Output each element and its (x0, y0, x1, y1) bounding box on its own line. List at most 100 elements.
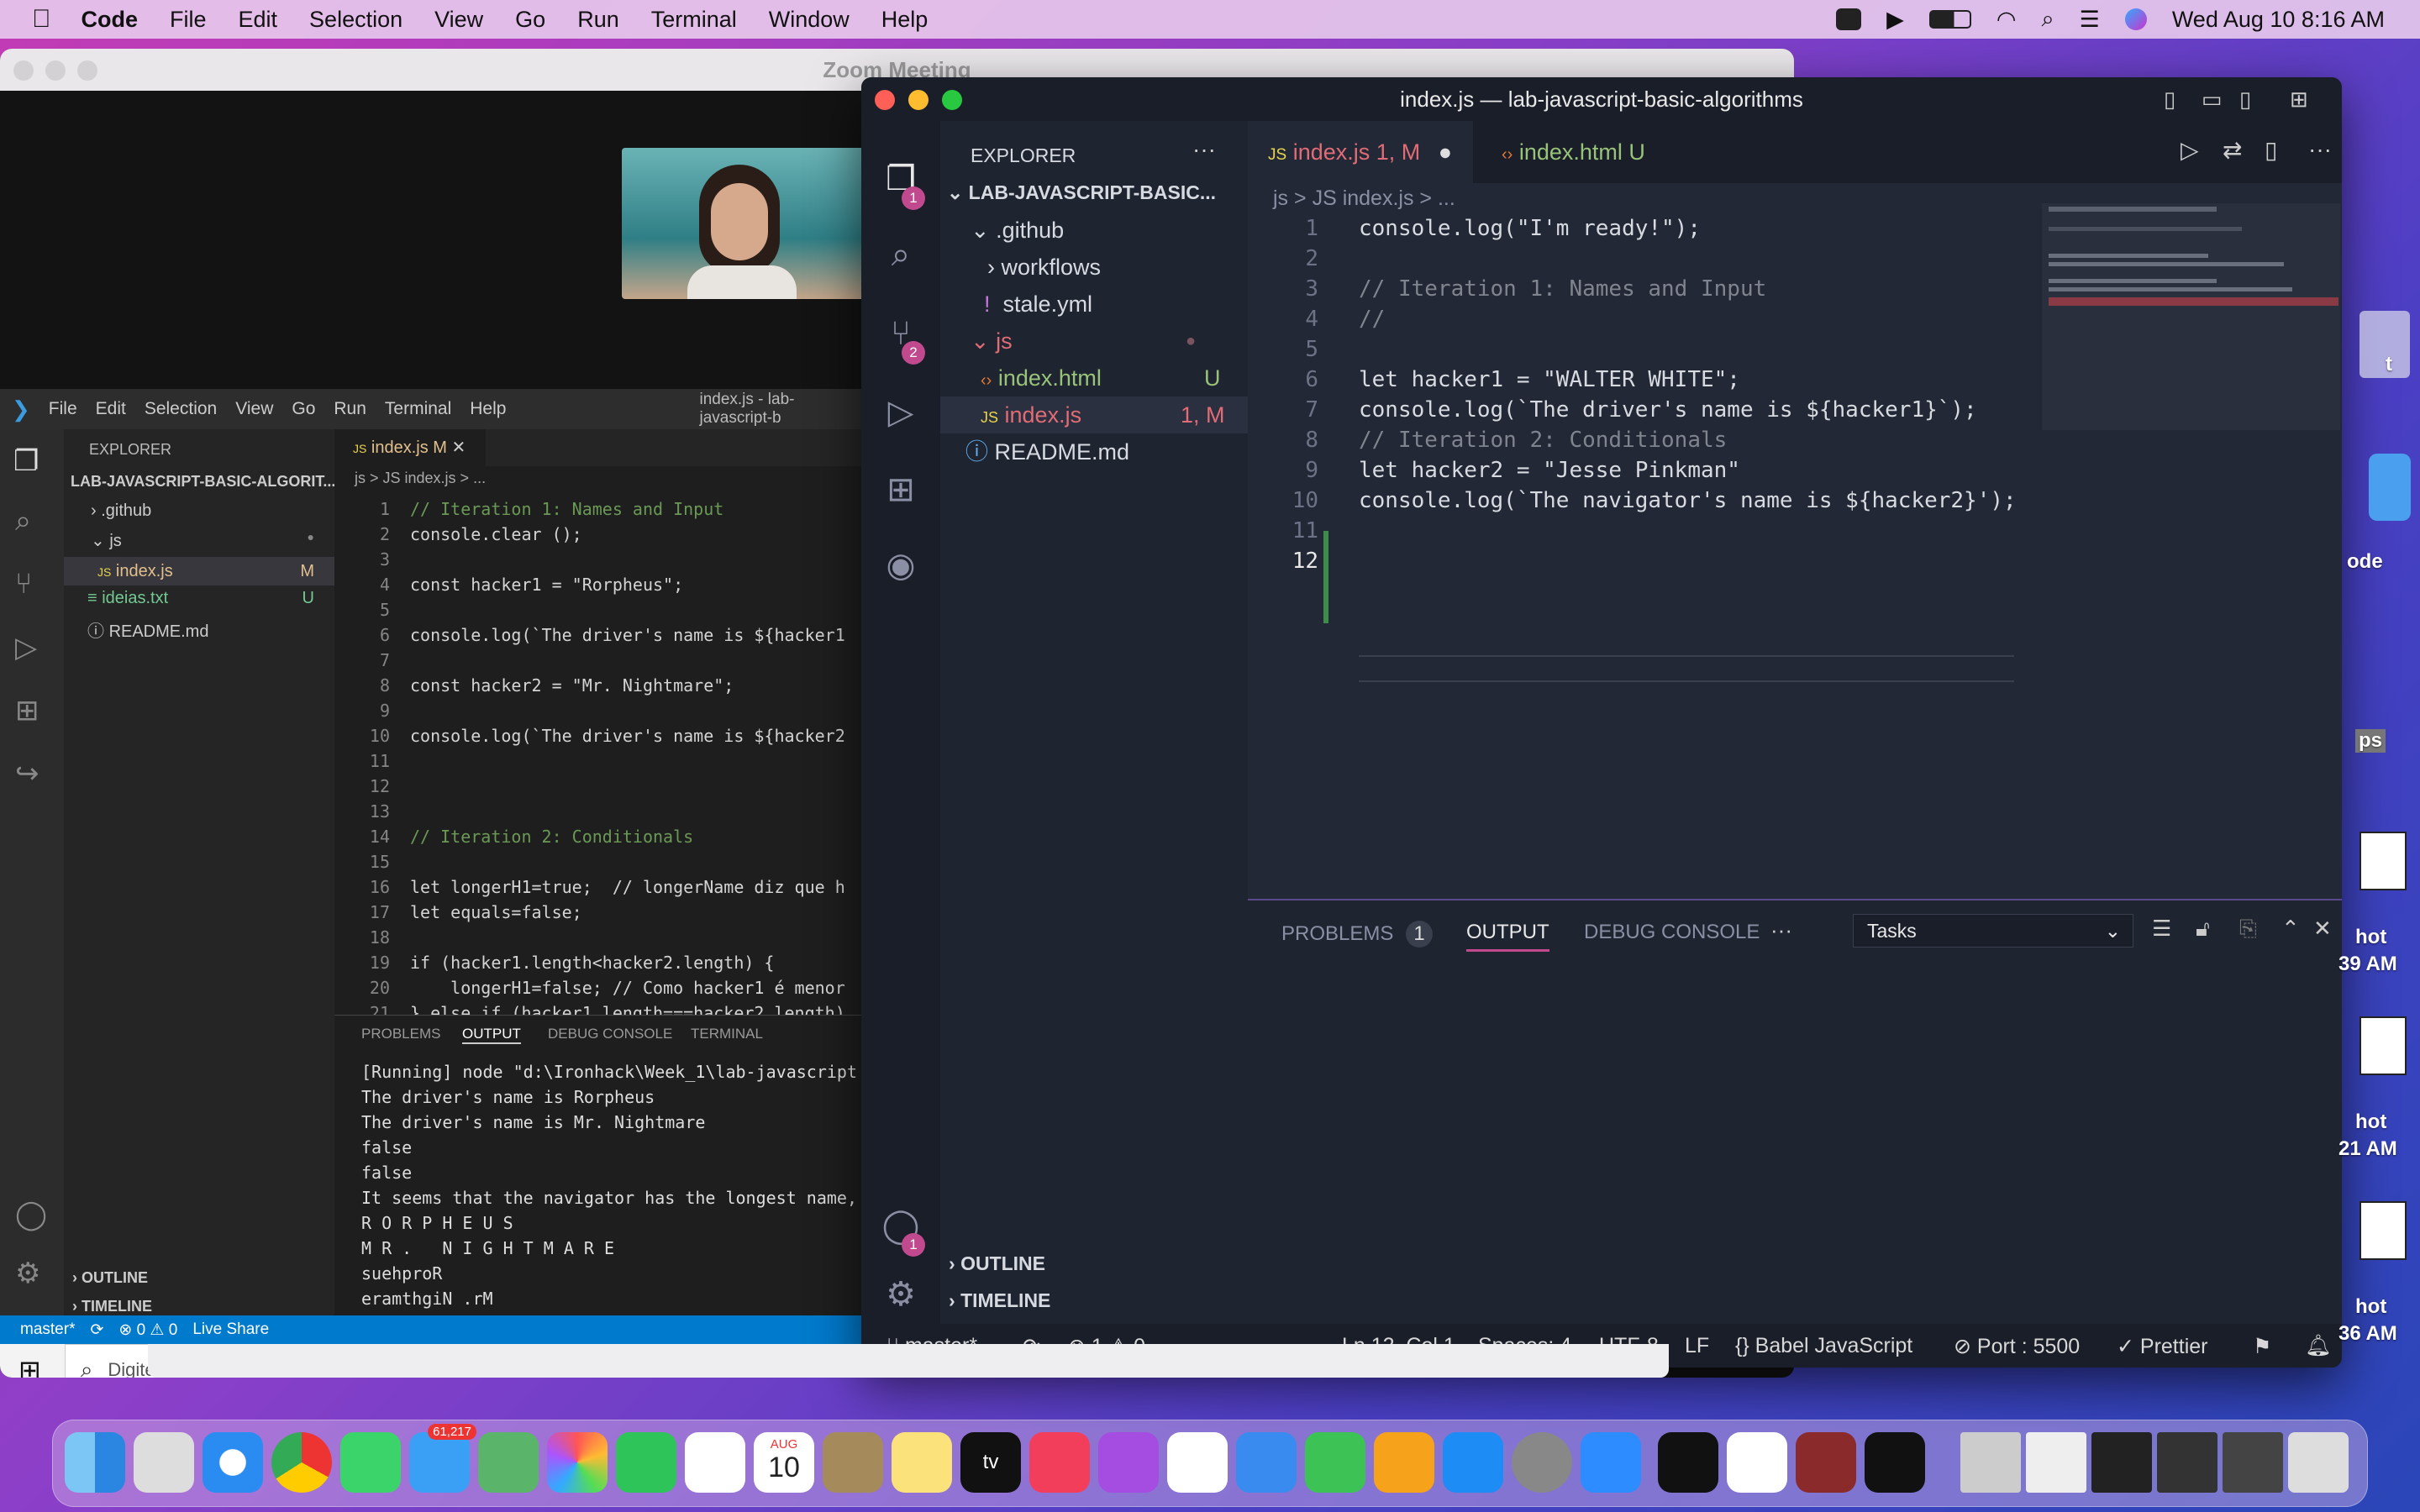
tree-stale-yml[interactable]: ! stale.yml (940, 286, 1248, 323)
search-icon[interactable]: ⌕ (2041, 6, 2054, 33)
code-line[interactable]: 5 (334, 597, 865, 622)
minimized-window-5[interactable] (2223, 1432, 2283, 1493)
feedback-icon[interactable]: ⚑ (2253, 1334, 2271, 1359)
code-line[interactable]: 3 (334, 547, 865, 572)
win-tab-debug-console[interactable]: DEBUG CONSOLE (548, 1026, 672, 1042)
unsaved-dot-icon[interactable]: ● (1439, 139, 1452, 165)
code-line[interactable]: 13 (334, 799, 865, 824)
win-tab-indexjs[interactable]: JS index.js M ✕ (334, 429, 486, 466)
finder-icon[interactable] (65, 1432, 125, 1493)
win-code-lines[interactable]: 1 // Iteration 1: Names and Input 2 console… (334, 496, 865, 1015)
code-line[interactable]: 18 (334, 925, 865, 950)
minimized-window-2[interactable] (2026, 1432, 2086, 1493)
outline-section[interactable]: › OUTLINE (940, 1245, 1248, 1282)
terminal-2-icon[interactable] (1865, 1432, 1925, 1493)
menu-app-name[interactable]: Code (82, 7, 139, 33)
search-icon[interactable]: ⌕ (15, 505, 31, 538)
siri-icon[interactable] (2124, 8, 2147, 30)
code-line[interactable]: 11 (334, 748, 865, 774)
code-line[interactable]: 3 // Iteration 1: Names and Input (1248, 274, 2088, 304)
code-line[interactable]: 9 (334, 698, 865, 723)
code-line[interactable]: 11 (1248, 516, 2088, 546)
mail-icon[interactable]: 61,217 (409, 1424, 476, 1493)
github-icon[interactable]: ◉ (880, 544, 922, 586)
account-icon[interactable]: ◯ (15, 1198, 47, 1231)
code-line[interactable]: 1 // Iteration 1: Names and Input (334, 496, 865, 522)
toggle-panel-icon[interactable]: ▭ (2202, 77, 2223, 121)
tab-index-js[interactable]: JS index.js 1, M ● (1248, 121, 1473, 183)
control-center-icon[interactable]: ☰ (2080, 7, 2100, 33)
tree-github[interactable]: ⌄ .github (940, 212, 1248, 249)
menu-go[interactable]: Go (515, 7, 545, 33)
code-line[interactable]: 17 let equals=false; (334, 900, 865, 925)
run-debug-icon[interactable]: ▷ (15, 631, 37, 664)
minimized-window-4[interactable] (2157, 1432, 2217, 1493)
code-line[interactable]: 2 (1248, 244, 2088, 274)
code-line[interactable]: 12 (334, 774, 865, 799)
vscode-icon[interactable] (1727, 1432, 1787, 1493)
news-icon[interactable] (1167, 1432, 1228, 1493)
menu-selection[interactable]: Selection (309, 7, 402, 33)
maps-icon[interactable] (478, 1432, 539, 1493)
calendar-icon[interactable]: AUG 10 (754, 1432, 814, 1493)
launchpad-icon[interactable] (134, 1432, 194, 1493)
code-line[interactable]: 7 (334, 648, 865, 673)
win-menu-go[interactable]: Go (292, 399, 315, 419)
close-button[interactable] (875, 90, 895, 110)
maximize-button[interactable] (942, 90, 962, 110)
numbers-icon[interactable] (1305, 1432, 1365, 1493)
win-menu-selection[interactable]: Selection (145, 399, 217, 419)
settings-gear-icon[interactable]: ⚙ (880, 1273, 922, 1315)
split-editor-icon[interactable]: ▯ (2265, 136, 2277, 164)
code-line[interactable]: 14 // Iteration 2: Conditionals (334, 824, 865, 849)
participant-video[interactable] (622, 148, 865, 299)
open-log-icon[interactable]: ⎘ (2239, 916, 2257, 942)
screenshot-thumbnail[interactable] (2360, 832, 2407, 890)
maximize-panel-icon[interactable]: ⌃ (2281, 916, 2300, 942)
menu-run[interactable]: Run (577, 7, 619, 33)
code-line[interactable]: 6 console.log(`The driver's name is ${hac… (334, 622, 865, 648)
tab-index-html[interactable]: ‹› index.html U (1481, 121, 1665, 183)
win-branch[interactable]: master* (20, 1320, 75, 1339)
toggle-secondary-sidebar-icon[interactable]: ▯ (2239, 77, 2251, 121)
code-line[interactable]: 10 console.log(`The driver's name is ${ha… (334, 723, 865, 748)
code-editor[interactable]: js > JS index.js > ... 1 console.log("I'm… (1248, 183, 2342, 978)
code-line[interactable]: 1 console.log("I'm ready!"); (1248, 213, 2088, 244)
screenshot-thumbnail[interactable] (2360, 1016, 2407, 1075)
live-server-port[interactable]: ⊘ Port : 5500 (1954, 1334, 2080, 1359)
battery-icon[interactable] (1928, 10, 1971, 29)
reminders-icon[interactable] (685, 1432, 745, 1493)
prettier-status[interactable]: ✓ Prettier (2117, 1334, 2208, 1359)
win-tab-terminal[interactable]: TERMINAL (691, 1026, 763, 1042)
win-menu-file[interactable]: File (49, 399, 77, 419)
panel-tab-output[interactable]: OUTPUT (1466, 921, 1549, 952)
run-icon[interactable]: ▷ (2181, 136, 2199, 164)
toggle-sidebar-icon[interactable]: ▯ (2164, 77, 2175, 121)
extensions-icon[interactable]: ⊞ (880, 469, 922, 511)
podcasts-icon[interactable] (1098, 1432, 1159, 1493)
dictionary-icon[interactable] (1796, 1432, 1856, 1493)
code-line[interactable]: 6 let hacker1 = "WALTER WHITE"; (1248, 365, 2088, 395)
win-timeline[interactable]: › TIMELINE (72, 1298, 152, 1315)
breadcrumb-symbol[interactable]: ... (1438, 186, 1455, 210)
close-button[interactable] (13, 60, 34, 81)
tree-workflows[interactable]: › workflows (940, 249, 1248, 286)
zoom-status-icon[interactable] (1836, 8, 1862, 30)
photos-icon[interactable] (547, 1432, 608, 1493)
code-line[interactable]: 16 let longerH1=true; // longerName diz q… (334, 874, 865, 900)
messages-icon[interactable] (340, 1432, 401, 1493)
apple-icon[interactable]:  (32, 5, 51, 34)
files-icon[interactable]: ❐ (13, 444, 39, 478)
play-icon[interactable]: ▶ (1886, 7, 1904, 33)
code-line[interactable]: 8 const hacker2 = "Mr. Nightmare"; (334, 673, 865, 698)
code-line[interactable]: 4 const hacker1 = "Rorpheus"; (334, 572, 865, 597)
terminal-icon[interactable] (1658, 1432, 1718, 1493)
win-tree-readme[interactable]: ⓘ README.md (87, 617, 208, 642)
clear-output-icon[interactable]: ☰ (2152, 916, 2171, 942)
trash-icon[interactable] (2288, 1432, 2349, 1493)
sync-icon[interactable]: ⟳ (90, 1320, 103, 1340)
code-line[interactable]: 19 if (hacker1.length<hacker2.length) { (334, 950, 865, 975)
timeline-section[interactable]: › TIMELINE (940, 1282, 1248, 1319)
notifications-icon[interactable]: 🔔︎ (2305, 1334, 2332, 1358)
menu-help[interactable]: Help (881, 7, 929, 33)
